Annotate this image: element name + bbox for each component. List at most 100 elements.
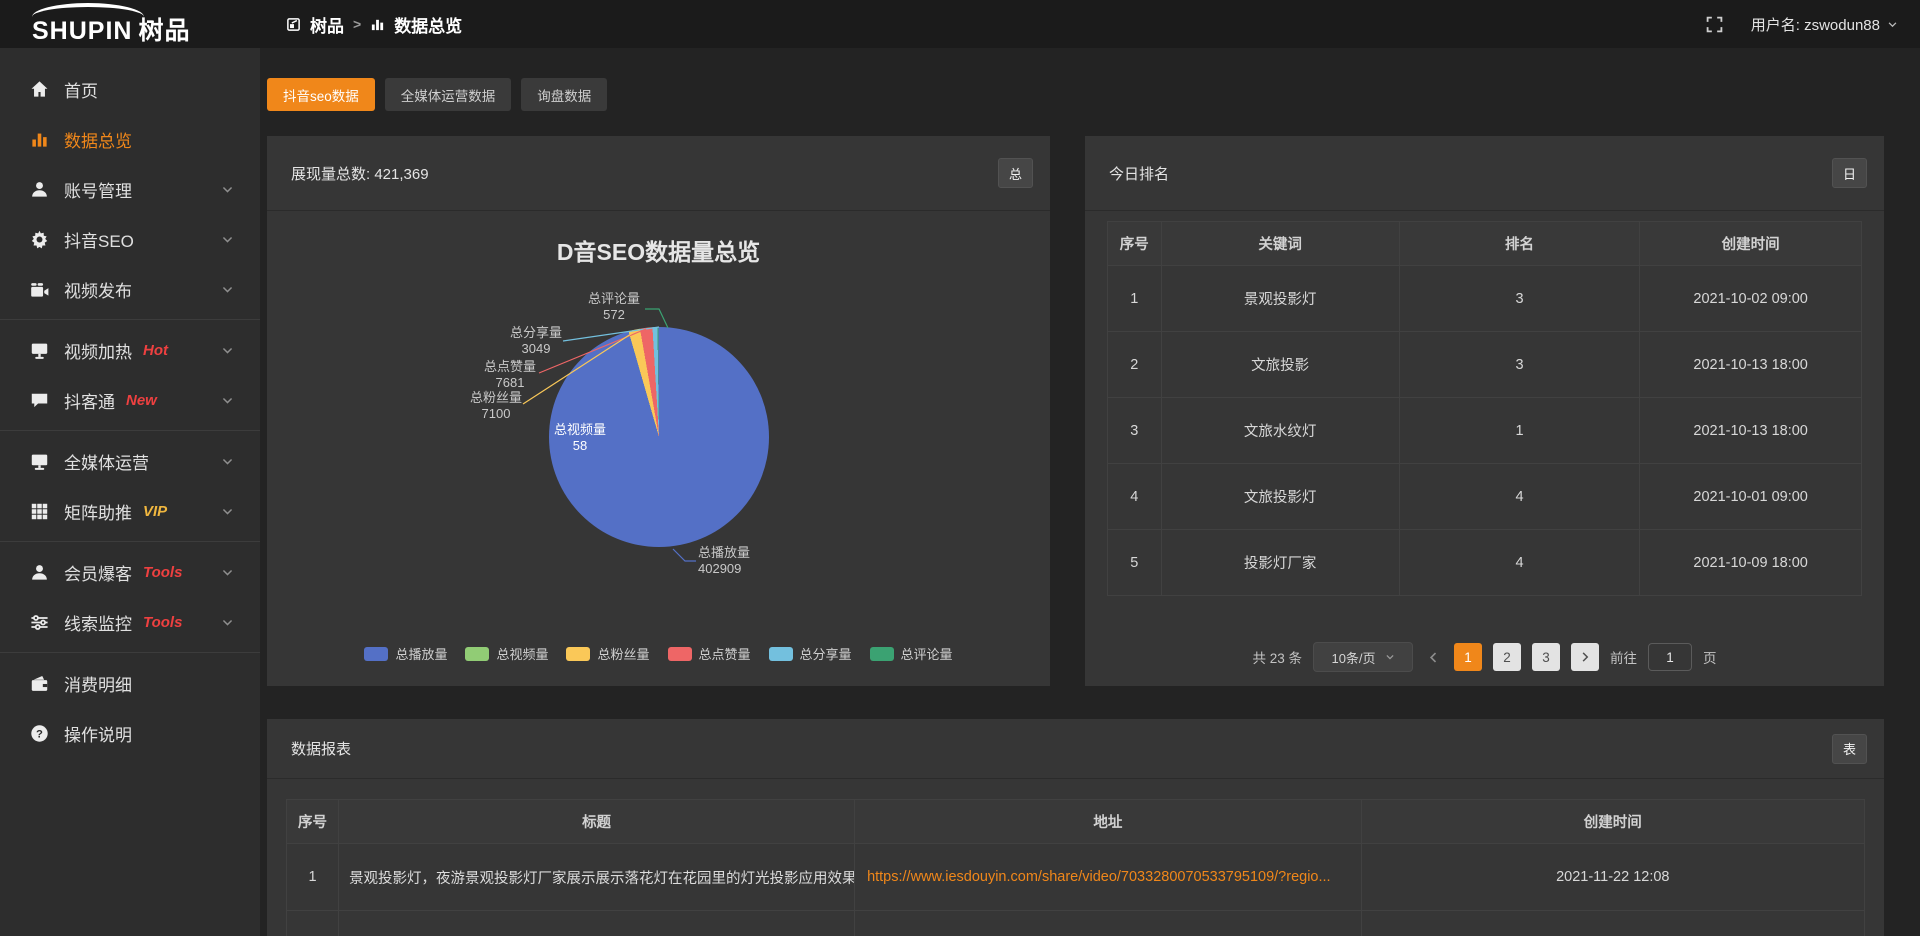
total-toggle-button[interactable]: 总 <box>998 158 1033 188</box>
legend-swatch <box>769 647 793 661</box>
legend-swatch <box>364 647 388 661</box>
page-button-3[interactable]: 3 <box>1532 643 1560 671</box>
ranking-table: 序号关键词排名创建时间 1景观投影灯32021-10-02 09:002文旅投影… <box>1107 221 1862 596</box>
page-buttons: 123 <box>1454 643 1560 671</box>
report-panel-header: 数据报表 表 <box>267 719 1884 779</box>
video-url-link[interactable]: https://www.iesdouyin.com/share/video/70… <box>867 869 1331 885</box>
chevron-down-icon <box>221 344 234 357</box>
legend-item[interactable]: 总播放量 <box>364 644 447 663</box>
table-cell: 文旅水纹灯 <box>1161 398 1399 464</box>
table-row: 5投影灯厂家42021-10-09 18:00 <box>1108 530 1862 596</box>
logo-text: SHUPIN树品 <box>32 11 190 47</box>
day-toggle-button[interactable]: 日 <box>1832 158 1867 188</box>
legend-swatch <box>668 647 692 661</box>
sidebar-divider <box>0 430 260 431</box>
goto-label: 前往 <box>1610 647 1637 667</box>
page-button-1[interactable]: 1 <box>1454 643 1482 671</box>
legend-item[interactable]: 总点赞量 <box>668 644 751 663</box>
chevron-down-icon <box>221 394 234 407</box>
sidebar-item-account-manage[interactable]: 账号管理 <box>0 164 260 214</box>
report-table: 序号标题地址创建时间 1景观投影灯，夜游景观投影灯厂家展示展示落花灯在花园里的灯… <box>286 799 1865 936</box>
table-cell: 1 <box>1108 266 1162 332</box>
chevron-down-icon <box>1385 652 1395 662</box>
column-header: 序号 <box>287 800 339 844</box>
table-toggle-button[interactable]: 表 <box>1832 734 1867 764</box>
video-icon <box>30 280 49 299</box>
sidebar-item-video-publish[interactable]: 视频发布 <box>0 264 260 314</box>
pie-label-videos: 总视频量 58 <box>535 422 625 454</box>
badge-new: New <box>126 392 157 409</box>
svg-text:?: ? <box>36 728 43 740</box>
main-content: 抖音seo数据全媒体运营数据询盘数据 展现量总数: 421,369 总 D音SE… <box>260 48 1920 936</box>
table-cell: 2021-10-13 18:00 <box>1640 332 1862 398</box>
goto-unit-label: 页 <box>1703 647 1717 667</box>
legend-item[interactable]: 总分享量 <box>769 644 852 663</box>
monitor-icon <box>30 452 49 471</box>
table-cell: 2021-10-09 18:00 <box>1640 530 1862 596</box>
column-header: 标题 <box>339 800 855 844</box>
column-header: 创建时间 <box>1640 222 1862 266</box>
chevron-left-icon <box>1427 651 1440 664</box>
legend-label: 总评论量 <box>901 644 953 663</box>
legend-item[interactable]: 总视频量 <box>465 644 548 663</box>
pie-label-plays: 总播放量 402909 <box>698 545 808 577</box>
table-cell: 文旅投影 <box>1161 332 1399 398</box>
table-row: 1景观投影灯，夜游景观投影灯厂家展示展示落花灯在花园里的灯光投影应用效果 #ht… <box>287 844 1865 911</box>
sidebar-divider <box>0 319 260 320</box>
table-cell: 2021-10-02 09:00 <box>1640 266 1862 332</box>
prev-page-button[interactable] <box>1424 651 1443 664</box>
user-menu[interactable]: 用户名: zswodun88 <box>1751 14 1898 35</box>
sidebar-divider <box>0 541 260 542</box>
legend-swatch <box>465 647 489 661</box>
chart-legend: 总播放量总视频量总粉丝量总点赞量总分享量 总评论量 <box>267 644 1050 663</box>
sidebar-item-member-baoke[interactable]: 会员爆客Tools <box>0 547 260 597</box>
legend-item[interactable]: 总粉丝量 <box>566 644 649 663</box>
fullscreen-icon[interactable] <box>1706 16 1723 33</box>
sidebar-item-clue-monitor[interactable]: 线索监控Tools <box>0 597 260 647</box>
sidebar-item-label: 抖客通 <box>64 388 115 413</box>
sidebar-item-operation-guide[interactable]: ?操作说明 <box>0 708 260 758</box>
page-size-select[interactable]: 10条/页 <box>1313 642 1413 672</box>
pie-label-fans: 总粉丝量 7100 <box>451 390 541 422</box>
tab-media-operation-data[interactable]: 全媒体运营数据 <box>385 78 512 111</box>
sidebar-item-label: 视频加热 <box>64 338 132 363</box>
sidebar-item-label: 线索监控 <box>64 610 132 635</box>
sidebar-item-data-overview[interactable]: 数据总览 <box>0 114 260 164</box>
legend-swatch <box>566 647 590 661</box>
table-cell <box>339 911 855 936</box>
next-page-button[interactable] <box>1571 643 1599 671</box>
legend-item[interactable]: 总评论量 <box>870 644 953 663</box>
wallet-icon <box>30 674 49 693</box>
data-report-panel: 数据报表 表 序号标题地址创建时间 1景观投影灯，夜游景观投影灯厂家展示展示落花… <box>267 719 1884 936</box>
sidebar-item-consume-detail[interactable]: 消费明细 <box>0 658 260 708</box>
table-row: 4文旅投影灯42021-10-01 09:00 <box>1108 464 1862 530</box>
sidebar-item-media-operation[interactable]: 全媒体运营 <box>0 436 260 486</box>
logo-cn: 树品 <box>138 17 190 45</box>
tab-douyin-seo-data[interactable]: 抖音seo数据 <box>267 78 375 111</box>
chevron-down-icon <box>221 233 234 246</box>
person-icon <box>30 563 49 582</box>
tab-inquiry-data[interactable]: 询盘数据 <box>521 78 607 111</box>
sidebar-item-video-heat[interactable]: 视频加热Hot <box>0 325 260 375</box>
column-header: 排名 <box>1399 222 1640 266</box>
breadcrumb-root[interactable]: 树品 <box>310 12 344 37</box>
sidebar-item-douyin-seo[interactable]: 抖音SEO <box>0 214 260 264</box>
pie-label-comments: 总评论量 572 <box>569 291 659 323</box>
column-header: 序号 <box>1108 222 1162 266</box>
breadcrumb-current[interactable]: 数据总览 <box>394 12 462 37</box>
column-header: 关键词 <box>1161 222 1399 266</box>
table-cell: 2021-10-13 18:00 <box>1640 398 1862 464</box>
table-cell <box>855 911 1362 936</box>
page-button-2[interactable]: 2 <box>1493 643 1521 671</box>
today-ranking-panel: 今日排名 日 序号关键词排名创建时间 1景观投影灯32021-10-02 09:… <box>1085 136 1884 686</box>
table-cell: 文旅投影灯 <box>1161 464 1399 530</box>
ranking-panel-header: 今日排名 日 <box>1085 136 1884 211</box>
table-cell: 3 <box>1399 266 1640 332</box>
sidebar-item-matrix-boost[interactable]: 矩阵助推VIP <box>0 486 260 536</box>
goto-page-input[interactable] <box>1648 643 1692 671</box>
sidebar-item-douketong[interactable]: 抖客通 New <box>0 375 260 425</box>
table-cell: 1 <box>1399 398 1640 464</box>
table-cell <box>287 911 339 936</box>
table-cell: 4 <box>1399 464 1640 530</box>
sidebar-item-home[interactable]: 首页 <box>0 64 260 114</box>
